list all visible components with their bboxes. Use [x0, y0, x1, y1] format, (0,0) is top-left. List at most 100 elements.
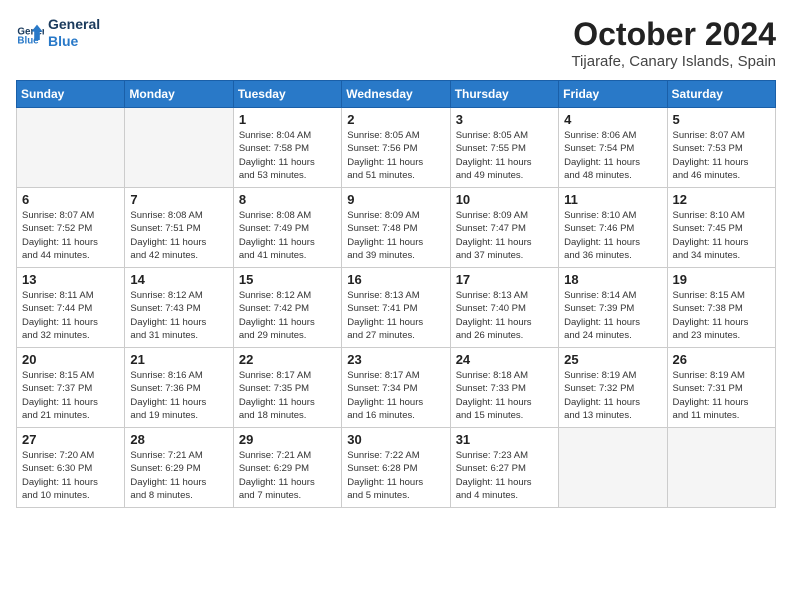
month-title: October 2024: [571, 16, 776, 53]
day-number: 9: [347, 192, 444, 207]
day-info: Sunrise: 8:09 AM Sunset: 7:48 PM Dayligh…: [347, 209, 444, 262]
calendar-table: SundayMondayTuesdayWednesdayThursdayFrid…: [16, 80, 776, 508]
col-header-friday: Friday: [559, 81, 667, 108]
day-info: Sunrise: 8:15 AM Sunset: 7:37 PM Dayligh…: [22, 369, 119, 422]
day-cell-16: 16Sunrise: 8:13 AM Sunset: 7:41 PM Dayli…: [342, 268, 450, 348]
day-cell-31: 31Sunrise: 7:23 AM Sunset: 6:27 PM Dayli…: [450, 428, 558, 508]
day-info: Sunrise: 8:19 AM Sunset: 7:31 PM Dayligh…: [673, 369, 770, 422]
calendar-week-2: 6Sunrise: 8:07 AM Sunset: 7:52 PM Daylig…: [17, 188, 776, 268]
day-info: Sunrise: 7:21 AM Sunset: 6:29 PM Dayligh…: [239, 449, 336, 502]
day-number: 17: [456, 272, 553, 287]
day-number: 7: [130, 192, 227, 207]
day-number: 25: [564, 352, 661, 367]
day-info: Sunrise: 7:20 AM Sunset: 6:30 PM Dayligh…: [22, 449, 119, 502]
day-number: 4: [564, 112, 661, 127]
day-number: 18: [564, 272, 661, 287]
day-cell-30: 30 Sunrise: 7:22 AM Sunset: 6:28 PM Dayli…: [342, 428, 450, 508]
day-cell-10: 10Sunrise: 8:09 AM Sunset: 7:47 PM Dayli…: [450, 188, 558, 268]
day-cell-8: 8 Sunrise: 8:08 AM Sunset: 7:49 PM Daylig…: [233, 188, 341, 268]
day-cell-29: 29 Sunrise: 7:21 AM Sunset: 6:29 PM Dayli…: [233, 428, 341, 508]
day-number: 3: [456, 112, 553, 127]
day-cell-18: 18 Sunrise: 8:14 AM Sunset: 7:39 PM Dayli…: [559, 268, 667, 348]
day-info: Sunrise: 8:07 AM Sunset: 7:53 PM Dayligh…: [673, 129, 770, 182]
day-number: 22: [239, 352, 336, 367]
day-cell-23: 23 Sunrise: 8:17 AM Sunset: 7:34 PM Dayli…: [342, 348, 450, 428]
day-number: 8: [239, 192, 336, 207]
day-info: Sunrise: 8:10 AM Sunset: 7:45 PM Dayligh…: [673, 209, 770, 262]
header: General Blue General Blue October 2024 T…: [16, 16, 776, 70]
day-cell-1: 1 Sunrise: 8:04 AM Sunset: 7:58 PM Daylig…: [233, 108, 341, 188]
col-header-wednesday: Wednesday: [342, 81, 450, 108]
col-header-sunday: Sunday: [17, 81, 125, 108]
day-cell-21: 21 Sunrise: 8:16 AM Sunset: 7:36 PM Dayli…: [125, 348, 233, 428]
calendar-week-1: 1 Sunrise: 8:04 AM Sunset: 7:58 PM Daylig…: [17, 108, 776, 188]
day-cell-11: 11 Sunrise: 8:10 AM Sunset: 7:46 PM Dayli…: [559, 188, 667, 268]
logo-general: General: [48, 16, 100, 33]
day-info: Sunrise: 8:18 AM Sunset: 7:33 PM Dayligh…: [456, 369, 553, 422]
day-number: 2: [347, 112, 444, 127]
logo: General Blue General Blue: [16, 16, 100, 50]
day-number: 16: [347, 272, 444, 287]
day-info: Sunrise: 8:10 AM Sunset: 7:46 PM Dayligh…: [564, 209, 661, 262]
day-number: 28: [130, 432, 227, 447]
day-cell-3: 3Sunrise: 8:05 AM Sunset: 7:55 PM Daylig…: [450, 108, 558, 188]
day-info: Sunrise: 8:09 AM Sunset: 7:47 PM Dayligh…: [456, 209, 553, 262]
day-info: Sunrise: 8:17 AM Sunset: 7:35 PM Dayligh…: [239, 369, 336, 422]
day-info: Sunrise: 7:22 AM Sunset: 6:28 PM Dayligh…: [347, 449, 444, 502]
day-number: 24: [456, 352, 553, 367]
col-header-saturday: Saturday: [667, 81, 775, 108]
day-number: 30: [347, 432, 444, 447]
day-number: 29: [239, 432, 336, 447]
day-info: Sunrise: 8:08 AM Sunset: 7:49 PM Dayligh…: [239, 209, 336, 262]
day-cell-25: 25 Sunrise: 8:19 AM Sunset: 7:32 PM Dayli…: [559, 348, 667, 428]
day-info: Sunrise: 8:08 AM Sunset: 7:51 PM Dayligh…: [130, 209, 227, 262]
day-number: 11: [564, 192, 661, 207]
day-info: Sunrise: 8:07 AM Sunset: 7:52 PM Dayligh…: [22, 209, 119, 262]
day-info: Sunrise: 8:15 AM Sunset: 7:38 PM Dayligh…: [673, 289, 770, 342]
day-cell-20: 20Sunrise: 8:15 AM Sunset: 7:37 PM Dayli…: [17, 348, 125, 428]
day-cell-14: 14 Sunrise: 8:12 AM Sunset: 7:43 PM Dayli…: [125, 268, 233, 348]
day-cell-19: 19 Sunrise: 8:15 AM Sunset: 7:38 PM Dayli…: [667, 268, 775, 348]
day-cell-22: 22 Sunrise: 8:17 AM Sunset: 7:35 PM Dayli…: [233, 348, 341, 428]
day-number: 26: [673, 352, 770, 367]
day-info: Sunrise: 8:17 AM Sunset: 7:34 PM Dayligh…: [347, 369, 444, 422]
day-info: Sunrise: 8:12 AM Sunset: 7:43 PM Dayligh…: [130, 289, 227, 342]
day-info: Sunrise: 7:21 AM Sunset: 6:29 PM Dayligh…: [130, 449, 227, 502]
calendar-week-4: 20Sunrise: 8:15 AM Sunset: 7:37 PM Dayli…: [17, 348, 776, 428]
day-info: Sunrise: 8:19 AM Sunset: 7:32 PM Dayligh…: [564, 369, 661, 422]
day-info: Sunrise: 8:16 AM Sunset: 7:36 PM Dayligh…: [130, 369, 227, 422]
day-cell-27: 27Sunrise: 7:20 AM Sunset: 6:30 PM Dayli…: [17, 428, 125, 508]
day-info: Sunrise: 8:06 AM Sunset: 7:54 PM Dayligh…: [564, 129, 661, 182]
empty-cell: [559, 428, 667, 508]
col-header-tuesday: Tuesday: [233, 81, 341, 108]
day-cell-4: 4 Sunrise: 8:06 AM Sunset: 7:54 PM Daylig…: [559, 108, 667, 188]
day-info: Sunrise: 7:23 AM Sunset: 6:27 PM Dayligh…: [456, 449, 553, 502]
title-area: October 2024 Tijarafe, Canary Islands, S…: [571, 16, 776, 70]
day-info: Sunrise: 8:04 AM Sunset: 7:58 PM Dayligh…: [239, 129, 336, 182]
calendar-week-3: 13 Sunrise: 8:11 AM Sunset: 7:44 PM Dayli…: [17, 268, 776, 348]
day-number: 21: [130, 352, 227, 367]
day-number: 14: [130, 272, 227, 287]
location-subtitle: Tijarafe, Canary Islands, Spain: [571, 53, 776, 70]
col-header-thursday: Thursday: [450, 81, 558, 108]
logo-blue: Blue: [48, 33, 100, 50]
day-cell-12: 12 Sunrise: 8:10 AM Sunset: 7:45 PM Dayli…: [667, 188, 775, 268]
day-cell-15: 15Sunrise: 8:12 AM Sunset: 7:42 PM Dayli…: [233, 268, 341, 348]
day-number: 13: [22, 272, 119, 287]
day-number: 1: [239, 112, 336, 127]
day-info: Sunrise: 8:14 AM Sunset: 7:39 PM Dayligh…: [564, 289, 661, 342]
day-number: 19: [673, 272, 770, 287]
col-header-monday: Monday: [125, 81, 233, 108]
day-info: Sunrise: 8:12 AM Sunset: 7:42 PM Dayligh…: [239, 289, 336, 342]
day-cell-28: 28 Sunrise: 7:21 AM Sunset: 6:29 PM Dayli…: [125, 428, 233, 508]
day-number: 23: [347, 352, 444, 367]
day-cell-6: 6Sunrise: 8:07 AM Sunset: 7:52 PM Daylig…: [17, 188, 125, 268]
day-info: Sunrise: 8:05 AM Sunset: 7:56 PM Dayligh…: [347, 129, 444, 182]
logo-icon: General Blue: [16, 19, 44, 47]
day-cell-9: 9 Sunrise: 8:09 AM Sunset: 7:48 PM Daylig…: [342, 188, 450, 268]
day-info: Sunrise: 8:11 AM Sunset: 7:44 PM Dayligh…: [22, 289, 119, 342]
day-cell-24: 24 Sunrise: 8:18 AM Sunset: 7:33 PM Dayli…: [450, 348, 558, 428]
day-number: 12: [673, 192, 770, 207]
empty-cell: [17, 108, 125, 188]
day-cell-26: 26 Sunrise: 8:19 AM Sunset: 7:31 PM Dayli…: [667, 348, 775, 428]
